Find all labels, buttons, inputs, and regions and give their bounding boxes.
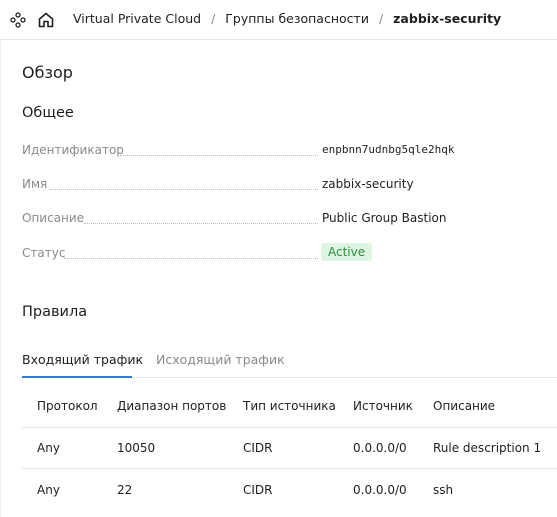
table-row[interactable]: Any 22 CIDR 0.0.0.0/0 ssh <box>22 470 557 511</box>
home-icon[interactable] <box>36 10 56 30</box>
column-header-protocol: Протокол <box>37 399 98 413</box>
section-title-rules: Правила <box>22 304 88 320</box>
property-label: Идентификатор <box>22 143 124 157</box>
breadcrumb: Virtual Private Cloud / Группы безопасно… <box>73 11 501 26</box>
column-header-source: Источник <box>353 399 413 413</box>
active-tab-indicator <box>22 376 132 378</box>
property-name: Имя zabbix-security <box>22 177 552 195</box>
tab-ingress[interactable]: Входящий трафик <box>22 352 143 367</box>
property-value-description: Public Group Bastion <box>322 211 447 225</box>
cell-source-type: CIDR <box>243 441 273 455</box>
breadcrumb-separator: / <box>378 11 384 26</box>
status-badge: Active <box>321 243 373 261</box>
cell-protocol: Any <box>37 483 60 497</box>
dotted-leader <box>50 189 318 190</box>
breadcrumb-item-vpc[interactable]: Virtual Private Cloud <box>73 11 201 26</box>
dotted-leader <box>120 155 318 156</box>
property-label: Имя <box>22 177 48 191</box>
dotted-leader <box>84 223 318 224</box>
cell-port-range: 10050 <box>117 441 156 455</box>
cell-source-type: CIDR <box>243 483 273 497</box>
column-header-source-type: Тип источника <box>243 399 336 413</box>
tab-egress[interactable]: Исходящий трафик <box>156 352 285 367</box>
breadcrumb-item-current: zabbix-security <box>393 11 502 26</box>
property-id: Идентификатор enpbnn7udnbg5qle2hqk <box>22 143 552 161</box>
cell-source: 0.0.0.0/0 <box>353 441 407 455</box>
property-value-id[interactable]: enpbnn7udnbg5qle2hqk <box>322 143 454 156</box>
table-row[interactable]: Any 10050 CIDR 0.0.0.0/0 Rule descriptio… <box>22 428 557 469</box>
column-header-description: Описание <box>433 399 496 413</box>
property-label: Статус <box>22 246 66 260</box>
cell-description: Rule description 1 <box>433 441 542 455</box>
main-content: Обзор Общее Идентификатор enpbnn7udnbg5q… <box>0 41 557 517</box>
cell-port-range: 22 <box>117 483 133 497</box>
property-value-name: zabbix-security <box>322 177 414 191</box>
breadcrumb-item-security-groups[interactable]: Группы безопасности <box>225 11 369 26</box>
page-title: Обзор <box>22 63 73 82</box>
cell-description: ssh <box>433 483 454 497</box>
breadcrumb-separator: / <box>211 11 216 26</box>
property-status: Статус Active <box>22 243 552 264</box>
cell-source: 0.0.0.0/0 <box>353 483 407 497</box>
cell-protocol: Any <box>37 441 60 455</box>
section-title-general: Общее <box>22 105 74 121</box>
property-description: Описание Public Group Bastion <box>22 211 552 229</box>
property-label: Описание <box>22 211 85 225</box>
dotted-leader <box>64 258 318 259</box>
services-icon[interactable] <box>8 10 28 30</box>
rules-tabs: Входящий трафик Исходящий трафик <box>22 350 557 378</box>
top-bar: Virtual Private Cloud / Группы безопасно… <box>0 0 557 40</box>
column-header-port-range: Диапазон портов <box>117 399 227 413</box>
table-header-row: Протокол Диапазон портов Тип источника И… <box>22 386 557 428</box>
